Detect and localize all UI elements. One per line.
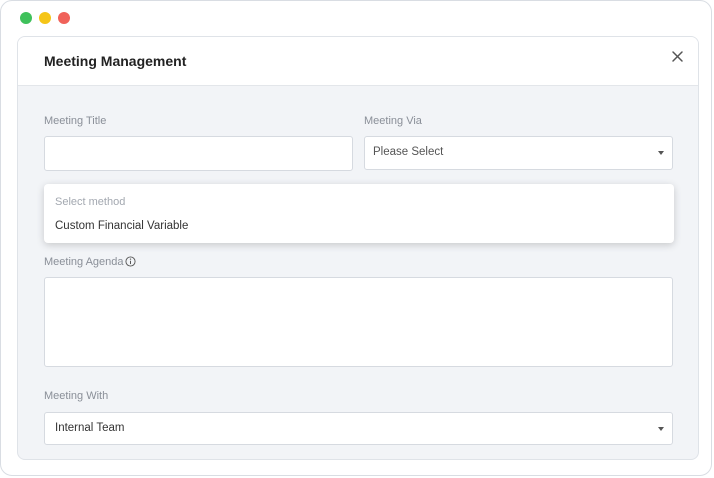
app-window: Meeting Management Meeting Title Meeting… [0,0,712,476]
method-dropdown-placeholder: Select method [55,196,126,208]
meeting-via-select[interactable]: Please Select [364,136,673,170]
window-close-button[interactable] [58,12,70,24]
meeting-with-label: Meeting With [44,390,109,402]
method-dropdown-menu: Select method Custom Financial Variable [44,184,674,243]
meeting-title-label: Meeting Title [44,115,107,127]
modal-header: Meeting Management [18,37,698,86]
method-option-label: Custom Financial Variable [55,220,189,232]
close-button[interactable] [668,47,688,67]
meeting-with-select[interactable]: Internal Team [44,412,673,445]
meeting-with-selected: Internal Team [55,422,125,434]
window-minimize-button[interactable] [39,12,51,24]
meeting-agenda-label: Meeting Agenda [44,256,136,268]
method-option[interactable]: Custom Financial Variable [44,216,674,238]
chevron-down-icon [658,151,664,155]
modal-title: Meeting Management [44,53,187,69]
window-controls [20,12,70,24]
window-maximize-button[interactable] [20,12,32,24]
meeting-title-input[interactable] [44,136,353,171]
info-icon[interactable] [124,256,136,267]
meeting-via-label: Meeting Via [364,115,422,127]
meeting-via-selected: Please Select [373,146,444,158]
meeting-agenda-label-text: Meeting Agenda [44,256,124,268]
chevron-down-icon [658,427,664,431]
meeting-management-modal: Meeting Management [17,36,699,460]
close-icon [672,51,683,62]
meeting-agenda-textarea[interactable] [44,277,673,367]
